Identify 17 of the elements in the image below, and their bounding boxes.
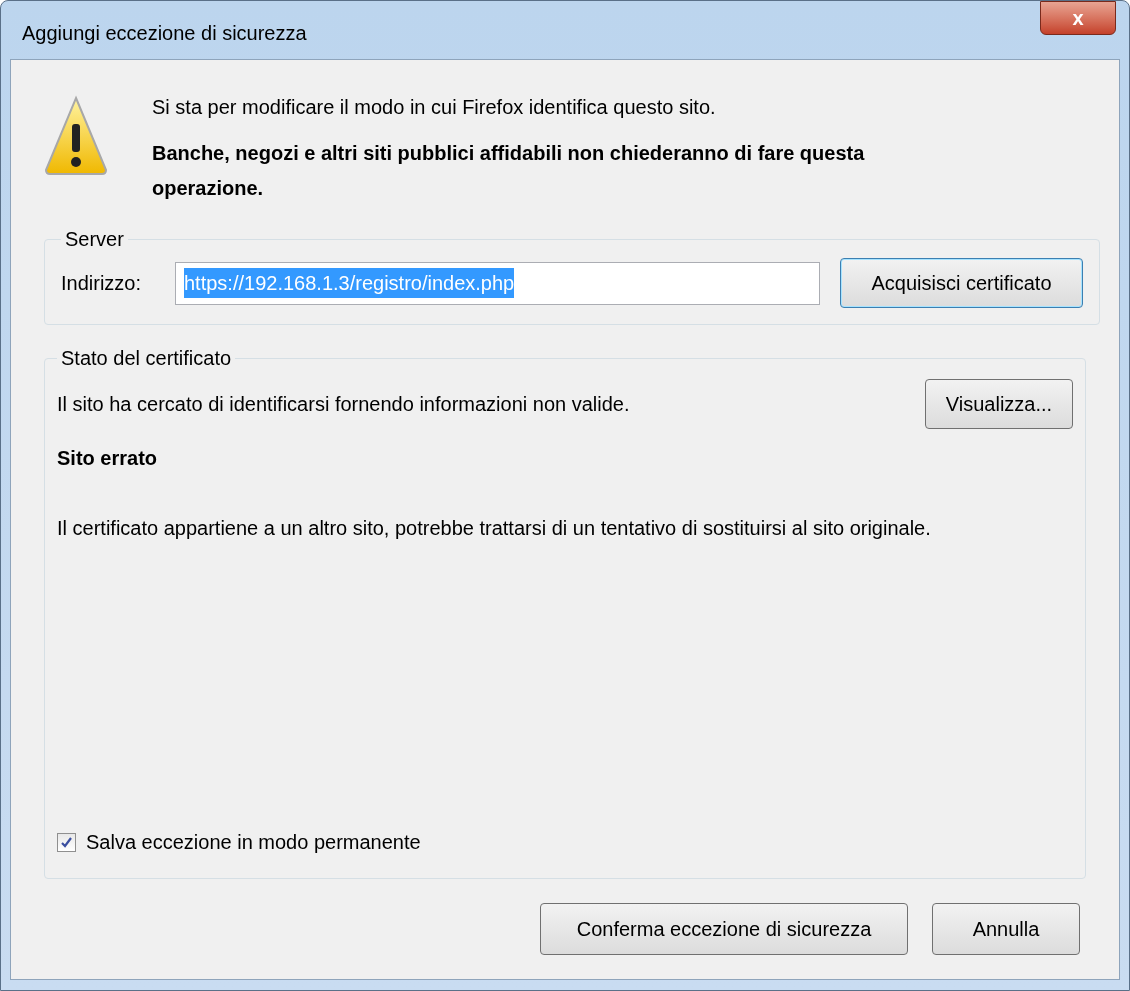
- status-summary: Il sito ha cercato di identificarsi fornendo informazioni non valide.: [57, 392, 630, 417]
- cancel-button[interactable]: Annulla: [932, 903, 1080, 955]
- address-label: Indirizzo:: [61, 271, 143, 296]
- confirm-button[interactable]: Conferma eccezione di sicurezza: [540, 903, 908, 955]
- warning-message: Si sta per modificare il modo in cui Firefox identifica questo sito.: [152, 95, 717, 120]
- get-certificate-button[interactable]: Acquisisci certificato: [840, 258, 1083, 308]
- checkmark-icon: [60, 835, 73, 849]
- warning-icon: [44, 94, 108, 178]
- view-button[interactable]: Visualizza...: [925, 379, 1073, 429]
- warning-note: Banche, negozi e altri siti pubblici affidabili non chiederanno di fare questa operazione.: [152, 141, 866, 201]
- checkbox[interactable]: [57, 832, 76, 852]
- checkbox-label[interactable]: Salva eccezione in modo permanente: [86, 827, 421, 857]
- window-title: Aggiungi eccezione di sicurezza: [21, 21, 307, 46]
- problem-text: Il certificato appartiene a un altro sito, potrebbe trattarsi di un tentativo di sostituirsi al sito originale.: [57, 516, 932, 541]
- problem-title: Sito errato: [57, 446, 159, 471]
- group-legend: Stato del certificato: [57, 343, 236, 373]
- group-legend: Server: [61, 224, 128, 254]
